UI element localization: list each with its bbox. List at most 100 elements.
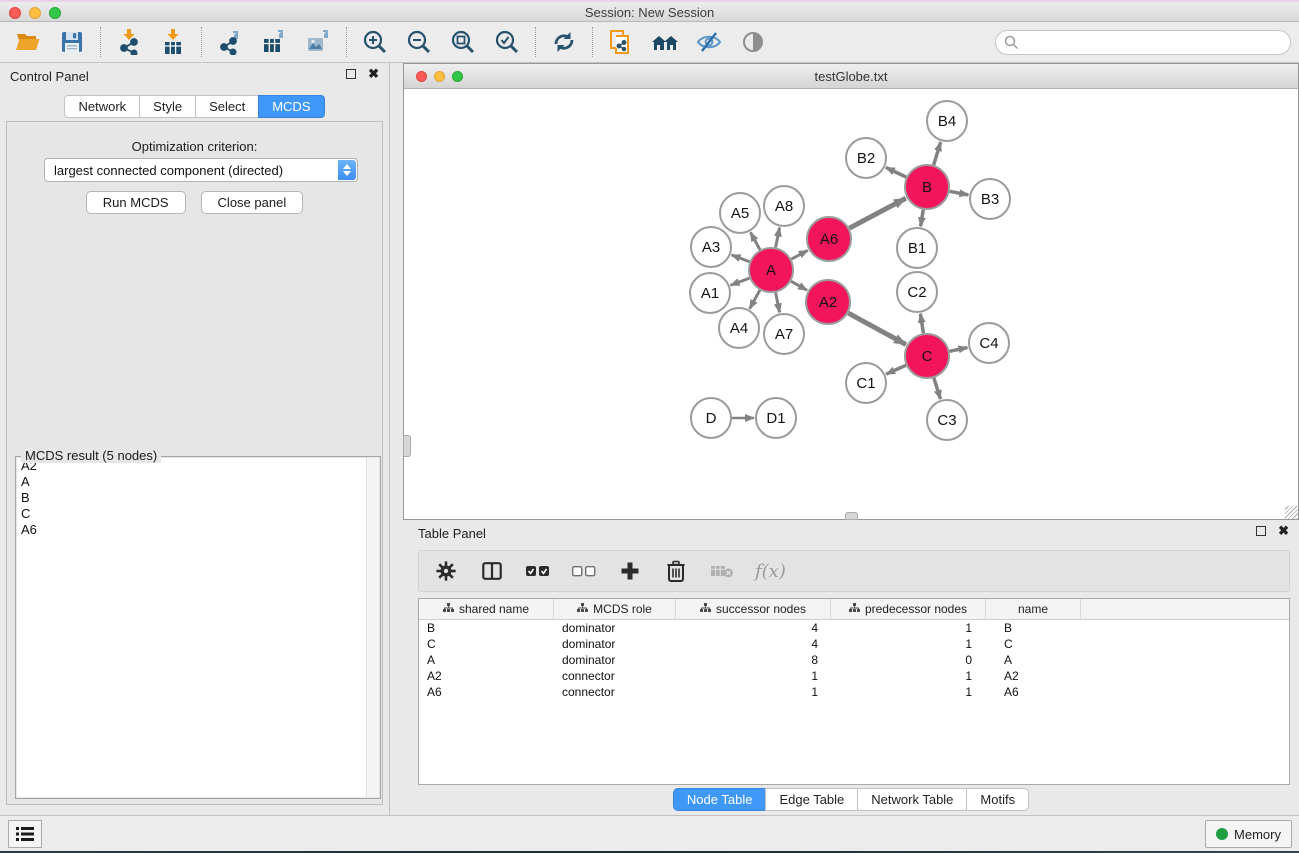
table-cell[interactable]: 0 <box>831 652 986 668</box>
column-header-MCDS-role[interactable]: MCDS role <box>554 599 676 619</box>
table-cell[interactable]: 1 <box>831 636 986 652</box>
table-row[interactable]: Bdominator41B <box>419 620 1289 636</box>
home-icon[interactable] <box>647 26 683 58</box>
memory-button[interactable]: Memory <box>1205 820 1292 848</box>
search-input[interactable] <box>995 30 1291 55</box>
graph-edge-B-B3[interactable] <box>950 191 969 195</box>
tab-edge-table[interactable]: Edge Table <box>765 788 858 811</box>
export-image-icon[interactable] <box>300 26 336 58</box>
graph-edge-B-B4[interactable] <box>934 142 941 165</box>
table-cell[interactable]: 1 <box>676 684 831 700</box>
table-cell[interactable]: 4 <box>676 620 831 636</box>
zoom-out-icon[interactable] <box>401 26 437 58</box>
result-scrollbar[interactable] <box>366 458 379 797</box>
tab-node-table[interactable]: Node Table <box>673 788 767 811</box>
zoom-in-icon[interactable] <box>357 26 393 58</box>
trash-icon[interactable] <box>663 558 689 584</box>
graph-node-B3[interactable]: B3 <box>970 179 1010 219</box>
graph-node-C4[interactable]: C4 <box>969 323 1009 363</box>
mcds-result-list[interactable]: A2ABCA6 <box>17 458 379 797</box>
eye-icon[interactable] <box>735 26 771 58</box>
save-icon[interactable] <box>54 26 90 58</box>
export-network-icon[interactable] <box>212 26 248 58</box>
table-cell[interactable]: C <box>419 636 554 652</box>
graph-edge-A6-B[interactable] <box>849 198 905 228</box>
birds-eye-handle-left[interactable] <box>403 435 411 457</box>
graph-node-A8[interactable]: A8 <box>764 186 804 226</box>
criterion-select[interactable]: largest connected component (directed) <box>44 158 358 182</box>
task-history-button[interactable] <box>8 820 42 848</box>
result-item[interactable]: B <box>17 490 379 506</box>
import-table-icon[interactable] <box>155 26 191 58</box>
result-item[interactable]: A <box>17 474 379 490</box>
table-cell[interactable]: A2 <box>419 668 554 684</box>
graph-edge-C-C2[interactable] <box>920 314 923 334</box>
graph-edge-C-C1[interactable] <box>886 365 906 374</box>
tab-motifs[interactable]: Motifs <box>966 788 1029 811</box>
refresh-icon[interactable] <box>546 26 582 58</box>
table-cell[interactable]: 1 <box>831 684 986 700</box>
plus-icon[interactable] <box>617 558 643 584</box>
table-cell[interactable]: 8 <box>676 652 831 668</box>
gear-icon[interactable] <box>433 558 459 584</box>
table-cell[interactable]: connector <box>554 684 676 700</box>
tab-style[interactable]: Style <box>139 95 196 118</box>
tab-mcds[interactable]: MCDS <box>258 95 324 118</box>
close-panel-button[interactable]: Close panel <box>201 191 304 214</box>
close-table-panel-icon[interactable]: ✖ <box>1278 525 1289 537</box>
table-cell[interactable]: A <box>419 652 554 668</box>
graph-node-D[interactable]: D <box>691 398 731 438</box>
run-mcds-button[interactable]: Run MCDS <box>86 191 186 214</box>
graph-node-A7[interactable]: A7 <box>764 314 804 354</box>
graph-edge-A2-C[interactable] <box>848 313 906 344</box>
table-cell[interactable]: dominator <box>554 620 676 636</box>
table-cell[interactable]: B <box>419 620 554 636</box>
graph-edge-B-B1[interactable] <box>921 210 924 227</box>
graph-node-C2[interactable]: C2 <box>897 272 937 312</box>
graph-edge-C-C3[interactable] <box>934 378 941 399</box>
close-panel-icon[interactable]: ✖ <box>368 68 379 80</box>
resize-grip-icon[interactable] <box>1285 506 1298 519</box>
open-folder-icon[interactable] <box>10 26 46 58</box>
table-cell[interactable]: dominator <box>554 636 676 652</box>
graph-edge-A-A6[interactable] <box>791 250 808 259</box>
float-panel-icon[interactable] <box>346 69 356 79</box>
table-row[interactable]: A2connector11A2 <box>419 668 1289 684</box>
graph-edge-A-A2[interactable] <box>791 281 807 290</box>
unchecked-boxes-icon[interactable] <box>571 558 597 584</box>
column-header-shared-name[interactable]: shared name <box>419 599 554 619</box>
table-cell[interactable]: B <box>986 620 1081 636</box>
table-row[interactable]: Adominator80A <box>419 652 1289 668</box>
zoom-selected-icon[interactable] <box>489 26 525 58</box>
copy-network-icon[interactable] <box>603 26 639 58</box>
table-cell[interactable]: A2 <box>986 668 1081 684</box>
result-item[interactable]: A6 <box>17 522 379 538</box>
network-canvas[interactable]: AA1A2A3A4A5A6A7A8BB1B2B3B4CC1C2C3C4DD1 <box>404 89 1298 519</box>
table-row[interactable]: Cdominator41C <box>419 636 1289 652</box>
graph-node-A5[interactable]: A5 <box>720 193 760 233</box>
eye-slash-icon[interactable] <box>691 26 727 58</box>
table-cell[interactable]: A <box>986 652 1081 668</box>
graph-node-A6[interactable]: A6 <box>807 217 851 261</box>
export-table-icon[interactable] <box>256 26 292 58</box>
table-row[interactable]: A6connector11A6 <box>419 684 1289 700</box>
graph-node-A2[interactable]: A2 <box>806 280 850 324</box>
graph-node-D1[interactable]: D1 <box>756 398 796 438</box>
graph-node-B[interactable]: B <box>905 165 949 209</box>
birds-eye-handle-bottom[interactable] <box>845 512 858 520</box>
split-columns-icon[interactable] <box>479 558 505 584</box>
graph-edge-A-A8[interactable] <box>776 228 780 248</box>
column-header-successor-nodes[interactable]: successor nodes <box>676 599 831 619</box>
table-cell[interactable]: connector <box>554 668 676 684</box>
column-header-name[interactable]: name <box>986 599 1081 619</box>
result-item[interactable]: C <box>17 506 379 522</box>
table-cell[interactable]: 1 <box>831 620 986 636</box>
table-cell[interactable]: A6 <box>986 684 1081 700</box>
graph-node-A1[interactable]: A1 <box>690 273 730 313</box>
graph-edge-A-A4[interactable] <box>750 290 760 309</box>
graph-edge-A-A7[interactable] <box>776 293 780 313</box>
graph-edge-A-A3[interactable] <box>732 255 750 262</box>
graph-edge-A-A1[interactable] <box>731 278 750 285</box>
float-table-panel-icon[interactable] <box>1256 526 1266 536</box>
tab-select[interactable]: Select <box>195 95 259 118</box>
